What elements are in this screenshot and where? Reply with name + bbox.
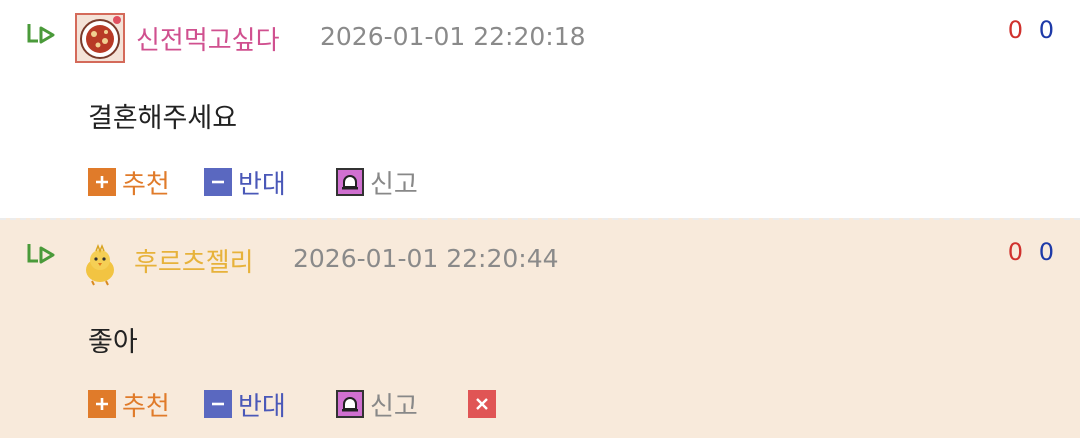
oppose-button[interactable]: 반대 [204,386,286,422]
yellow-chick-avatar-icon[interactable] [78,243,122,287]
food-bowl-avatar-icon[interactable] [75,13,125,63]
downvote-count: 0 [1038,16,1054,44]
recommend-label: 추천 [122,391,170,422]
upvote-count: 0 [1007,238,1024,266]
oppose-button[interactable]: 반대 [204,164,286,200]
nickname[interactable]: 신전먹고싶다 [136,20,280,57]
timestamp: 2026-01-01 22:20:44 [293,244,559,273]
recommend-button[interactable]: 추천 [88,386,170,422]
comment-item: 신전먹고싶다 2026-01-01 22:20:18 0 0 결혼해주세요 추천… [0,0,1080,218]
report-label: 신고 [370,391,418,422]
downvote-count: 0 [1038,238,1054,266]
vote-counts: 0 0 [1008,238,1054,266]
recommend-button[interactable]: 추천 [88,164,170,200]
comment-item: 후르츠젤리 2026-01-01 22:20:44 0 0 좋아 추천 반대 신… [0,218,1080,438]
reply-arrow-icon [27,24,55,44]
siren-icon [336,390,364,418]
comment-text: 결혼해주세요 [88,103,238,134]
oppose-label: 반대 [238,391,286,422]
timestamp: 2026-01-01 22:20:18 [320,22,586,51]
nickname[interactable]: 후르츠젤리 [134,242,254,279]
upvote-count: 0 [1007,16,1024,44]
report-label: 신고 [370,169,418,200]
plus-square-icon [88,168,116,196]
close-square-icon [468,390,496,418]
recommend-label: 추천 [122,169,170,200]
delete-button[interactable] [468,386,496,422]
report-button[interactable]: 신고 [336,386,418,422]
reply-arrow-icon [27,244,55,264]
minus-square-icon [204,168,232,196]
minus-square-icon [204,390,232,418]
report-button[interactable]: 신고 [336,164,418,200]
oppose-label: 반대 [238,169,286,200]
vote-counts: 0 0 [1008,16,1054,44]
siren-icon [336,168,364,196]
comment-text: 좋아 [88,327,138,358]
plus-square-icon [88,390,116,418]
